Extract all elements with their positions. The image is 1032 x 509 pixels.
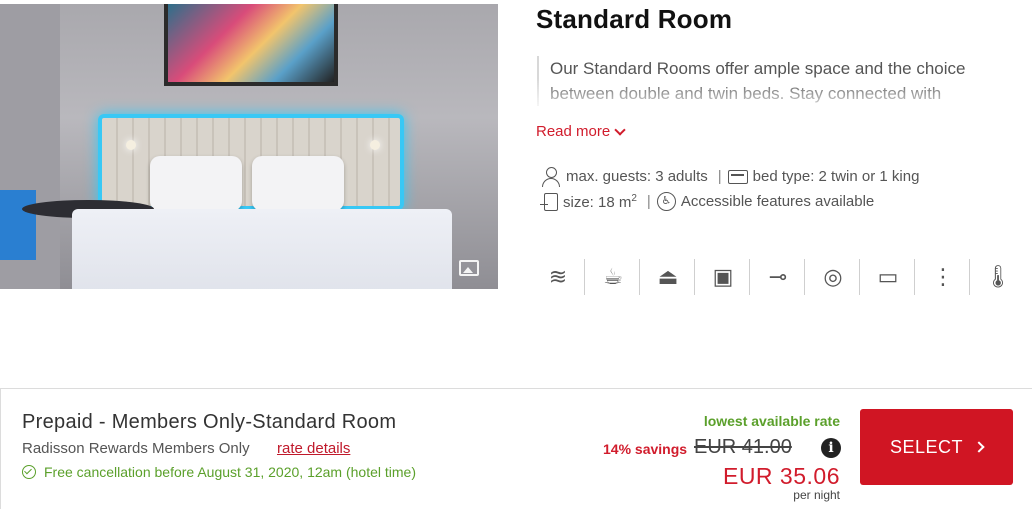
room-size: size: 18 m2 bbox=[540, 192, 637, 211]
accessible-features-label: Accessible features available bbox=[680, 193, 875, 210]
kettle-icon: ☕ bbox=[595, 259, 640, 295]
cancellation-policy: Free cancellation before August 31, 2020… bbox=[22, 464, 416, 480]
photo-lamp bbox=[126, 140, 136, 150]
read-more-link[interactable]: Read more bbox=[536, 123, 626, 140]
safe-icon: ▣ bbox=[705, 259, 750, 295]
current-price: EUR 35.06 bbox=[722, 463, 840, 489]
divider: | bbox=[717, 168, 722, 185]
info-icon[interactable]: i bbox=[821, 438, 841, 458]
room-photo[interactable] bbox=[0, 4, 498, 289]
accessible-features: ♿ Accessible features available bbox=[656, 192, 875, 211]
gallery-icon[interactable] bbox=[459, 260, 479, 276]
original-price: EUR 41.00 bbox=[694, 436, 792, 458]
hairdryer-icon: ⊸ bbox=[760, 259, 805, 295]
photo-headboard bbox=[98, 114, 404, 210]
bed-icon bbox=[727, 169, 748, 184]
thermometer-icon: 🌡 bbox=[984, 264, 1012, 289]
amenities-list: ≋ ☕ ⏏ ▣ ⊸ ◎ ▭ ⋮ 🌡 bbox=[540, 259, 1032, 295]
chevron-right-icon bbox=[973, 441, 985, 453]
photo-lamp bbox=[370, 140, 380, 150]
room-size-icon bbox=[540, 192, 558, 211]
room-title: Standard Room bbox=[536, 4, 733, 34]
room-description: Our Standard Rooms offer ample space and… bbox=[537, 56, 1032, 106]
divider: | bbox=[646, 193, 651, 210]
wheelchair-icon: ♿ bbox=[656, 192, 676, 211]
per-night-label: per night bbox=[793, 488, 840, 502]
photo-bed bbox=[72, 209, 452, 289]
bed-type-label: bed type: 2 twin or 1 king bbox=[752, 168, 920, 185]
max-guests: max. guests: 3 adults bbox=[541, 166, 708, 187]
tv-icon: ▭ bbox=[870, 259, 915, 295]
photo-chair bbox=[0, 190, 36, 260]
rate-card: Prepaid - Members Only-Standard Room Rad… bbox=[0, 388, 1032, 509]
rate-subtitle: Radisson Rewards Members Only bbox=[22, 440, 250, 457]
mirror-icon: ◎ bbox=[815, 259, 860, 295]
max-guests-label: max. guests: 3 adults bbox=[566, 168, 708, 185]
wifi-icon: ≋ bbox=[540, 259, 585, 295]
iron-icon: ⏏ bbox=[650, 259, 695, 295]
room-facts: max. guests: 3 adults | bed type: 2 twin… bbox=[540, 164, 920, 214]
bed-type: bed type: 2 twin or 1 king bbox=[727, 168, 920, 185]
room-size-label: size: 18 m2 bbox=[563, 192, 637, 211]
cancellation-text: Free cancellation before August 31, 2020… bbox=[44, 464, 416, 480]
select-button[interactable]: SELECT bbox=[860, 409, 1013, 485]
read-more-label: Read more bbox=[536, 123, 611, 140]
select-button-label: SELECT bbox=[889, 436, 964, 457]
savings-badge: 14% savings bbox=[603, 441, 688, 457]
photo-painting bbox=[164, 4, 338, 86]
check-circle-icon bbox=[22, 465, 36, 479]
shower-icon: ⋮ bbox=[925, 259, 970, 295]
rate-details-link[interactable]: rate details bbox=[277, 440, 350, 457]
lowest-rate-label: lowest available rate bbox=[703, 413, 840, 429]
chevron-down-icon bbox=[614, 123, 626, 136]
rate-name: Prepaid - Members Only-Standard Room bbox=[22, 411, 397, 433]
person-icon bbox=[541, 166, 561, 187]
photo-pillow bbox=[150, 156, 242, 211]
photo-pillow bbox=[252, 156, 344, 211]
